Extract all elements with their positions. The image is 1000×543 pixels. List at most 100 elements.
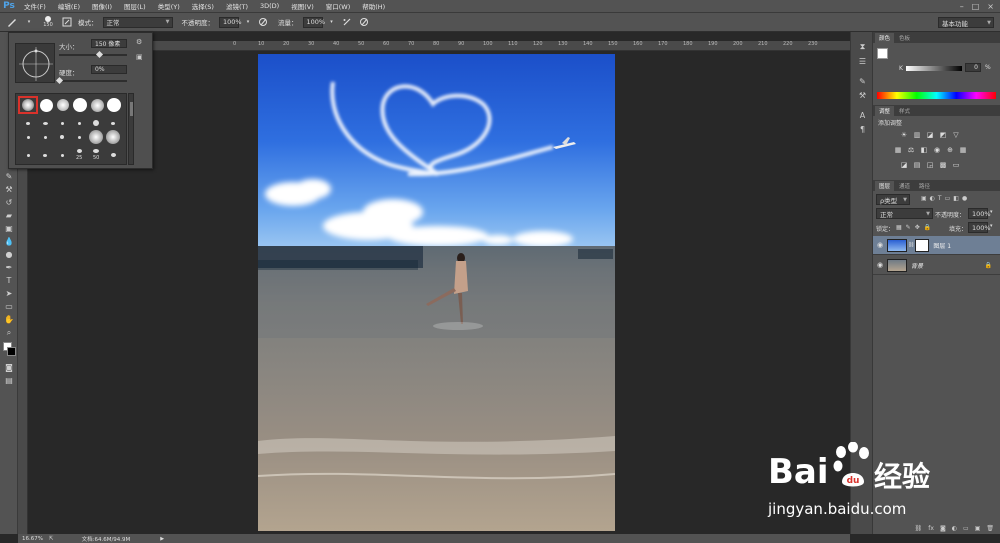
opacity-dropdown-icon[interactable]: ▾ <box>244 16 252 28</box>
layer-row-layer1[interactable]: ◉ ⛓ 图层 1 <box>873 236 1000 255</box>
type-tool-icon[interactable]: T <box>0 274 18 287</box>
status-menu-arrow-icon[interactable]: ▶ <box>160 536 164 542</box>
blend-mode-select[interactable]: 正常 ▼ <box>876 208 933 219</box>
posterize-icon[interactable]: ▤ <box>912 160 922 169</box>
pixel-filter-icon[interactable]: ▣ <box>921 195 927 202</box>
hardness-input[interactable]: 0% <box>91 65 127 74</box>
lock-pixels-icon[interactable]: ✎ <box>906 224 911 231</box>
color-lookup-icon[interactable]: ▦ <box>958 145 968 154</box>
brush-tool-icon[interactable] <box>6 16 18 28</box>
link-icon[interactable]: ⛓ <box>908 242 914 248</box>
size-slider[interactable] <box>59 54 127 56</box>
fill-input[interactable]: 100% <box>968 222 991 233</box>
brush-tip-selected[interactable] <box>18 96 38 114</box>
gradient-map-icon[interactable]: ▭ <box>951 160 961 169</box>
menu-window[interactable]: 窗口(W) <box>320 1 357 11</box>
brush-tip[interactable] <box>105 148 121 162</box>
brush-panel-toggle-icon[interactable] <box>61 16 73 28</box>
brush-tip[interactable] <box>54 130 70 144</box>
tab-adjustments[interactable]: 调整 <box>875 106 895 116</box>
adjust-filter-icon[interactable]: ◐ <box>930 195 935 202</box>
tool-preset-dropdown-icon[interactable]: ▾ <box>23 16 35 28</box>
brush-tip[interactable] <box>106 96 122 114</box>
hardness-slider[interactable] <box>59 80 127 82</box>
menu-3d[interactable]: 3D(D) <box>254 2 285 10</box>
brush-tip[interactable] <box>38 96 54 114</box>
lock-transparent-icon[interactable]: ▦ <box>896 224 902 231</box>
tab-layers[interactable]: 图层 <box>875 181 895 191</box>
brush-tip[interactable] <box>71 116 87 130</box>
curves-icon[interactable]: ◪ <box>925 130 935 139</box>
hue-saturation-icon[interactable]: ▦ <box>893 145 903 154</box>
visibility-eye-icon[interactable]: ◉ <box>873 241 887 249</box>
menu-file[interactable]: 文件(F) <box>18 1 52 11</box>
minimize-icon[interactable]: – <box>960 2 964 11</box>
opacity-dropdown-icon[interactable]: ▾ <box>990 209 993 215</box>
brush-tip[interactable] <box>54 116 70 130</box>
history-panel-icon[interactable]: ⧗ <box>851 40 874 54</box>
levels-icon[interactable]: ▥ <box>912 130 922 139</box>
menu-select[interactable]: 选择(S) <box>186 1 220 11</box>
menu-help[interactable]: 帮助(H) <box>356 1 391 11</box>
tab-paths[interactable]: 路径 <box>915 181 934 191</box>
history-brush-tool-icon[interactable]: ↺ <box>0 196 18 209</box>
layer-filter-select[interactable]: ρ类型 ▼ <box>876 194 910 205</box>
invert-icon[interactable]: ◪ <box>899 160 909 169</box>
exposure-icon[interactable]: ◩ <box>938 130 948 139</box>
mode-select[interactable]: 正常 ▼ <box>102 16 173 28</box>
color-balance-icon[interactable]: ⚖ <box>906 145 916 154</box>
k-input[interactable]: 0 <box>965 63 981 72</box>
brush-tip[interactable] <box>89 96 105 114</box>
selective-color-icon[interactable]: ▩ <box>938 160 948 169</box>
flow-dropdown-icon[interactable]: ▾ <box>328 16 336 28</box>
lock-all-icon[interactable]: 🔒 <box>924 224 931 231</box>
layer-mask-thumbnail[interactable] <box>915 238 930 252</box>
brush-tip[interactable] <box>20 116 36 130</box>
brush-tip[interactable] <box>55 96 71 114</box>
brightness-contrast-icon[interactable]: ☀ <box>899 130 909 139</box>
brush-tip[interactable] <box>72 96 88 114</box>
brush-tip[interactable] <box>20 148 36 162</box>
screen-mode-icon[interactable]: ▤ <box>0 374 18 387</box>
pressure-size-icon[interactable] <box>358 16 370 28</box>
brush-tip[interactable] <box>105 128 121 146</box>
airbrush-icon[interactable] <box>341 16 353 28</box>
clone-source-panel-icon[interactable]: ⚒ <box>851 88 874 102</box>
menu-type[interactable]: 类型(Y) <box>152 1 186 11</box>
brush-tip[interactable] <box>37 130 53 144</box>
tab-swatches[interactable]: 色板 <box>895 33 914 43</box>
menu-image[interactable]: 图像(I) <box>86 1 118 11</box>
vibrance-icon[interactable]: ▽ <box>951 130 961 139</box>
clone-stamp-tool-icon[interactable]: ⚒ <box>0 183 18 196</box>
photo-filter-icon[interactable]: ◉ <box>932 145 942 154</box>
filter-toggle-icon[interactable]: ● <box>962 195 967 202</box>
properties-panel-icon[interactable]: ☰ <box>851 54 874 68</box>
type-filter-icon[interactable]: T <box>938 195 942 202</box>
k-slider[interactable] <box>906 66 962 71</box>
tab-channels[interactable]: 通道 <box>895 181 914 191</box>
brush-tip[interactable] <box>37 116 53 130</box>
size-input[interactable]: 150 像素 <box>91 39 127 48</box>
flow-input[interactable]: 100% <box>302 16 325 28</box>
background-color-swatch[interactable] <box>7 347 16 356</box>
eraser-tool-icon[interactable]: ▰ <box>0 209 18 222</box>
close-icon[interactable]: × <box>987 2 994 11</box>
pen-tool-icon[interactable]: ✒ <box>0 261 18 274</box>
fill-dropdown-icon[interactable]: ▾ <box>990 223 993 229</box>
brush-tips-scrollbar[interactable] <box>128 93 134 165</box>
hardness-slider-handle[interactable] <box>55 76 64 85</box>
visibility-eye-icon[interactable]: ◉ <box>873 261 887 269</box>
brush-panel-icon[interactable]: ✎ <box>851 74 874 88</box>
panel-settings-gear-icon[interactable]: ⚙ <box>136 38 142 46</box>
path-selection-tool-icon[interactable]: ➤ <box>0 287 18 300</box>
new-preset-icon[interactable]: ▣ <box>136 53 143 61</box>
shape-filter-icon[interactable]: ▭ <box>945 195 951 202</box>
shape-tool-icon[interactable]: ▭ <box>0 300 18 313</box>
gradient-tool-icon[interactable]: ▣ <box>0 222 18 235</box>
paragraph-panel-icon[interactable]: ¶ <box>851 122 874 136</box>
tab-color[interactable]: 颜色 <box>875 33 895 43</box>
black-white-icon[interactable]: ◧ <box>919 145 929 154</box>
workspace-select[interactable]: 基本功能 ▼ <box>938 17 994 28</box>
scrollbar-thumb[interactable] <box>130 102 133 116</box>
dodge-tool-icon[interactable]: ● <box>0 248 18 261</box>
